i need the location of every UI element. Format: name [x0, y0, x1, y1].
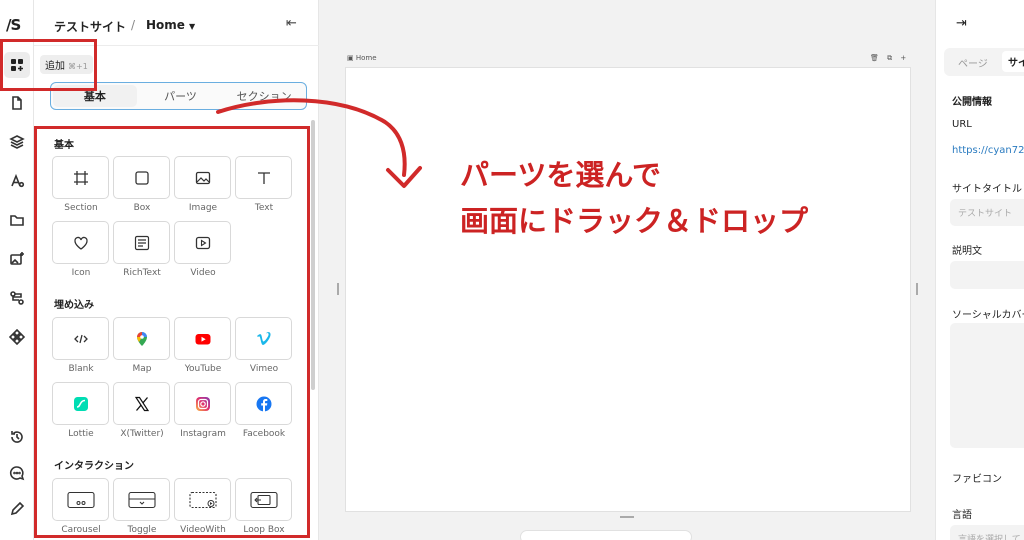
tab-sections[interactable]: セクション — [222, 83, 306, 109]
chat-icon[interactable] — [7, 463, 27, 483]
site-title-input[interactable]: テストサイト — [950, 199, 1024, 226]
tab-page[interactable]: ページ — [958, 55, 988, 70]
site-name[interactable]: テストサイト — [54, 18, 126, 35]
media-add-icon[interactable] — [7, 249, 27, 269]
panel-scrollbar[interactable] — [311, 120, 315, 390]
canvas-page-label: ▣ Home — [347, 54, 377, 62]
layers-icon[interactable] — [7, 132, 27, 152]
breadcrumb-separator: / — [131, 18, 136, 32]
description-label: 説明文 — [952, 246, 982, 257]
resize-handle-bottom[interactable] — [620, 516, 634, 518]
settings-tabs: ページ サイ — [944, 48, 1024, 76]
typography-icon[interactable] — [7, 171, 27, 191]
description-input[interactable] — [950, 261, 1024, 289]
annotation-line-1: パーツを選んで — [460, 158, 661, 192]
chevron-down-icon: ▼ — [188, 22, 196, 31]
highlight-add-button — [0, 39, 97, 91]
expand-panel-icon[interactable]: ⇥ — [956, 16, 967, 31]
tab-site[interactable]: サイ — [1002, 51, 1024, 72]
page-canvas[interactable] — [345, 67, 911, 512]
page-selector[interactable]: Home ▼ — [146, 18, 195, 32]
highlight-parts-list — [34, 126, 310, 538]
favicon-label: ファビコン — [952, 474, 1002, 485]
editor-window: /S テストサイト / Home ▼ ⇤ 追加 ⌘+1 基本 パーツ セクション 基… — [0, 0, 1024, 540]
language-label: 言語 — [952, 510, 972, 521]
workflow-icon[interactable] — [7, 288, 27, 308]
url-label: URL — [952, 119, 972, 130]
pen-icon[interactable] — [7, 499, 27, 519]
page-icon: ▣ — [347, 54, 356, 62]
app-logo[interactable]: /S — [6, 16, 21, 34]
page-name: Home — [146, 18, 185, 32]
collapse-panel-icon[interactable]: ⇤ — [286, 16, 297, 31]
history-icon[interactable] — [7, 427, 27, 447]
resize-handle-left[interactable] — [337, 283, 339, 295]
bottom-toolbar[interactable] — [520, 530, 692, 540]
tab-parts[interactable]: パーツ — [139, 83, 223, 109]
page-icon[interactable] — [7, 93, 27, 113]
folder-icon[interactable] — [7, 210, 27, 230]
components-icon[interactable] — [7, 327, 27, 347]
canvas-tools[interactable]: 🗑 ⧉ + — [870, 54, 909, 63]
url-value[interactable]: https://cyan726 — [952, 145, 1024, 156]
annotation-line-2: 画面にドラック＆ドロップ — [460, 204, 809, 238]
social-cover-upload[interactable] — [950, 323, 1024, 448]
site-title-label: サイトタイトル — [952, 184, 1022, 195]
language-select[interactable]: 言語を選択して — [950, 525, 1024, 540]
social-cover-label: ソーシャルカバー — [952, 310, 1024, 321]
settings-panel: ⇥ ページ サイ 公開情報 URL https://cyan726 サイトタイト… — [935, 0, 1024, 540]
section-title: 公開情報 — [952, 97, 992, 108]
resize-handle-right[interactable] — [916, 283, 918, 295]
